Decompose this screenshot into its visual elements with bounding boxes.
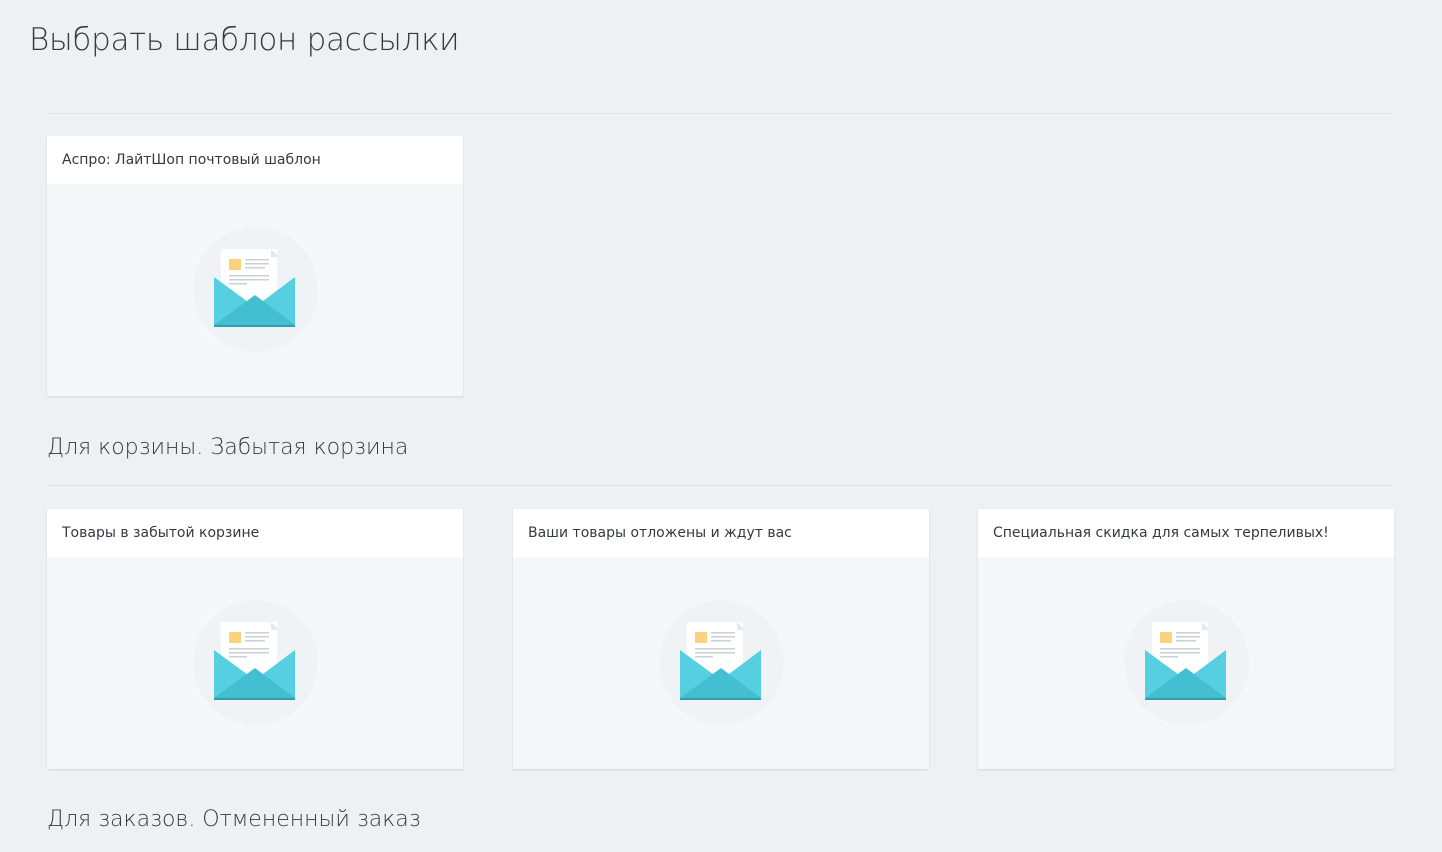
template-card[interactable]: Товары в забытой корзине [47, 509, 463, 769]
template-preview [513, 557, 929, 769]
section-divider [47, 113, 1394, 114]
section-heading: Для корзины. Забытая корзина [47, 435, 409, 460]
page-title: Выбрать шаблон рассылки [29, 22, 460, 58]
template-card-title: Товары в забытой корзине [47, 509, 463, 557]
template-card[interactable]: Аспро: ЛайтШоп почтовый шаблон [47, 136, 463, 396]
template-card-title: Специальная скидка для самых терпеливых! [978, 509, 1394, 557]
template-preview [978, 557, 1394, 769]
section-heading: Для заказов. Отмененный заказ [47, 807, 421, 832]
envelope-letter-icon [1124, 600, 1249, 725]
envelope-letter-icon [193, 600, 318, 725]
section-divider [47, 485, 1394, 486]
template-preview [47, 184, 463, 396]
envelope-letter-icon [659, 600, 784, 725]
envelope-letter-icon [193, 227, 318, 352]
template-preview [47, 557, 463, 769]
template-card-title: Аспро: ЛайтШоп почтовый шаблон [47, 136, 463, 184]
template-card-title: Ваши товары отложены и ждут вас [513, 509, 929, 557]
template-card[interactable]: Специальная скидка для самых терпеливых! [978, 509, 1394, 769]
template-card[interactable]: Ваши товары отложены и ждут вас [513, 509, 929, 769]
